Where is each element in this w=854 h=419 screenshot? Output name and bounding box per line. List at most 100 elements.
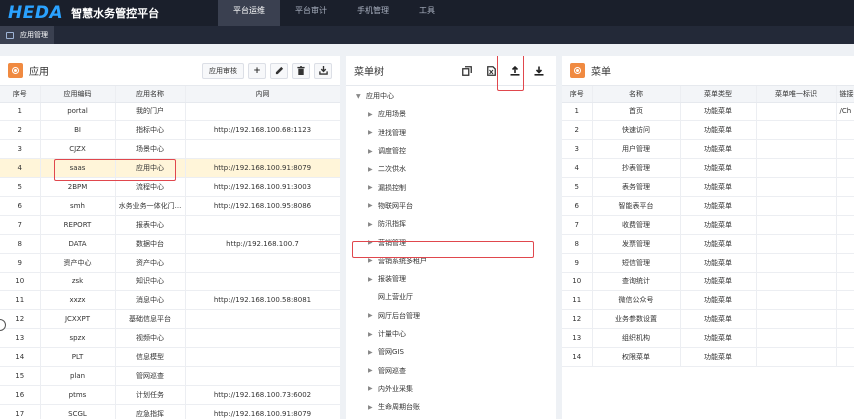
column-header[interactable]: 序号 [562, 86, 593, 103]
table-row[interactable]: 3 用户管理 功能菜单 [562, 139, 854, 160]
table-row[interactable]: 1 首页 功能菜单/Ch [562, 102, 854, 122]
column-header[interactable]: 应用名称 [115, 86, 186, 103]
table-cell [836, 120, 854, 141]
collapsed-caret-icon[interactable]: ▶ [368, 129, 378, 136]
tree-node[interactable]: ▶ 应用场景 [346, 105, 556, 123]
tree-node[interactable]: ▶ 管网巡查 [346, 361, 556, 379]
table-row[interactable]: 11 微信公众号 功能菜单 [562, 290, 854, 311]
download-menu-button[interactable] [530, 63, 548, 79]
table-row[interactable]: 9 资产中心 资产中心 [0, 253, 340, 273]
column-header[interactable]: 内网 [185, 86, 340, 103]
collapsed-caret-icon[interactable]: ▶ [368, 202, 378, 209]
table-row[interactable]: 17 SCGL 应急指挥 http://192.168.100.91:8079 [0, 404, 340, 419]
nav-item-platform-ops[interactable]: 平台运维 [218, 0, 280, 26]
table-cell: 10 [0, 272, 41, 292]
collapsed-caret-icon[interactable]: ▶ [368, 276, 378, 283]
tab-app-management[interactable]: 应用管理 [0, 26, 54, 44]
tree-node[interactable]: ▶ 生命周期台账 [346, 398, 556, 416]
tree-node[interactable]: ▶ 计量中心 [346, 325, 556, 343]
top-bar: HEDA 智慧水务管控平台 平台运维 平台审计 手机管理 工具 [0, 0, 854, 26]
tree-node[interactable]: 网上营业厅 [346, 288, 556, 306]
table-row[interactable]: 5 表务管理 功能菜单 [562, 177, 854, 197]
table-row[interactable]: 2 快速访问 功能菜单 [562, 120, 854, 141]
tree-node[interactable]: ▶ 漏损控制 [346, 178, 556, 196]
table-row[interactable]: 2 BI 指标中心 http://192.168.100.68:1123 [0, 120, 340, 141]
app-panel-icon [8, 63, 23, 78]
table-row[interactable]: 14 PLT 信息模型 [0, 347, 340, 367]
tab-strip: 应用管理 [0, 26, 854, 44]
export-app-button[interactable] [314, 62, 332, 79]
delete-app-button[interactable] [292, 62, 310, 79]
collapsed-caret-icon[interactable]: ▶ [368, 148, 378, 155]
table-row[interactable]: 1 portal 我的门户 [0, 102, 340, 122]
app-logo[interactable]: HEDA 智慧水务管控平台 [0, 0, 218, 26]
collapsed-caret-icon[interactable]: ▶ [368, 257, 378, 264]
collapsed-caret-icon[interactable]: ▶ [368, 404, 378, 411]
table-cell: 功能菜单 [680, 234, 757, 254]
table-row[interactable]: 6 smh 水务业务一体化门... http://192.168.100.95:808… [0, 196, 340, 216]
table-cell: 数据中台 [115, 234, 186, 254]
collapsed-caret-icon[interactable]: ▶ [368, 349, 378, 356]
tree-node[interactable]: ▶ 内外业采集 [346, 380, 556, 398]
table-row[interactable]: 8 发票管理 功能菜单 [562, 234, 854, 254]
table-cell: 8 [0, 234, 41, 254]
column-header[interactable]: 应用编码 [40, 86, 116, 103]
table-cell [185, 139, 340, 160]
table-row[interactable]: 13 组织机构 功能菜单 [562, 328, 854, 349]
table-row[interactable]: 4 抄表管理 功能菜单 [562, 158, 854, 179]
tree-node[interactable]: ▶ 网厅后台管理 [346, 307, 556, 325]
tree-root-node[interactable]: ▼ 应用中心 [346, 87, 556, 105]
column-header[interactable]: 菜单唯一标识 [756, 86, 837, 103]
table-row[interactable]: 12 JCXXPT 基础信息平台 [0, 309, 340, 330]
nav-item-tools[interactable]: 工具 [404, 0, 450, 26]
collapsed-caret-icon[interactable]: ▶ [368, 367, 378, 374]
table-cell [185, 215, 340, 235]
collapsed-caret-icon[interactable]: ▶ [368, 221, 378, 228]
column-header[interactable]: 链接 [836, 86, 854, 103]
collapsed-caret-icon[interactable]: ▶ [368, 111, 378, 118]
column-header[interactable]: 菜单类型 [680, 86, 757, 103]
table-row[interactable]: 10 zsk 知识中心 [0, 272, 340, 292]
table-row[interactable]: 12 业务参数设置 功能菜单 [562, 309, 854, 330]
edit-app-button[interactable] [270, 62, 288, 79]
table-row[interactable]: 16 ptms 计划任务 http://192.168.100.73:6002 [0, 385, 340, 405]
table-row[interactable]: 11 xxzx 消息中心 http://192.168.100.58:8081 [0, 290, 340, 311]
collapsed-caret-icon[interactable]: ▶ [368, 166, 378, 173]
table-cell: 功能菜单 [680, 102, 757, 122]
table-row[interactable]: 13 spzx 视频中心 [0, 328, 340, 349]
collapsed-caret-icon[interactable]: ▶ [368, 385, 378, 392]
tree-node[interactable]: ▶ 调度管控 [346, 142, 556, 160]
tree-node[interactable]: ▶ 物联网平台 [346, 197, 556, 215]
add-app-button[interactable]: + [248, 62, 266, 79]
collapsed-caret-icon[interactable]: ▶ [368, 331, 378, 338]
column-header[interactable]: 序号 [0, 86, 41, 103]
export-icon [318, 66, 328, 75]
table-cell [185, 253, 340, 273]
tree-node[interactable]: ▶ 二次供水 [346, 160, 556, 178]
nav-item-mobile-management[interactable]: 手机管理 [342, 0, 404, 26]
column-header[interactable]: 名称 [592, 86, 681, 103]
table-cell: 2 [0, 120, 41, 141]
table-row[interactable]: 8 DATA 数据中台 http://192.168.100.7 [0, 234, 340, 254]
table-row[interactable]: 15 plan 管网巡查 [0, 366, 340, 386]
app-review-button[interactable]: 应用审核 [202, 62, 244, 79]
app-panel-title: 应用 [29, 67, 49, 78]
copy-menu-button[interactable] [458, 63, 476, 79]
table-row[interactable]: 3 CJZX 场景中心 [0, 139, 340, 160]
tree-node[interactable]: ▶ 防汛指挥 [346, 215, 556, 233]
table-row[interactable]: 7 REPORT 报表中心 [0, 215, 340, 235]
table-row[interactable]: 10 查询统计 功能菜单 [562, 272, 854, 292]
nav-item-platform-audit[interactable]: 平台审计 [280, 0, 342, 26]
table-row[interactable]: 14 权限菜单 功能菜单 [562, 347, 854, 367]
table-cell: 场景中心 [115, 139, 186, 160]
tree-node-label: 泄找管理 [378, 128, 406, 137]
table-row[interactable]: 9 短信管理 功能菜单 [562, 253, 854, 273]
collapsed-caret-icon[interactable]: ▶ [368, 184, 378, 191]
collapsed-caret-icon[interactable]: ▶ [368, 312, 378, 319]
table-cell: REPORT [40, 215, 116, 235]
tree-node[interactable]: ▶ 报装管理 [346, 270, 556, 288]
table-row[interactable]: 7 收费管理 功能菜单 [562, 215, 854, 235]
tree-node[interactable]: ▶ 管网GIS [346, 343, 556, 361]
table-row[interactable]: 6 智能表平台 功能菜单 [562, 196, 854, 216]
tree-node[interactable]: ▶ 泄找管理 [346, 124, 556, 142]
